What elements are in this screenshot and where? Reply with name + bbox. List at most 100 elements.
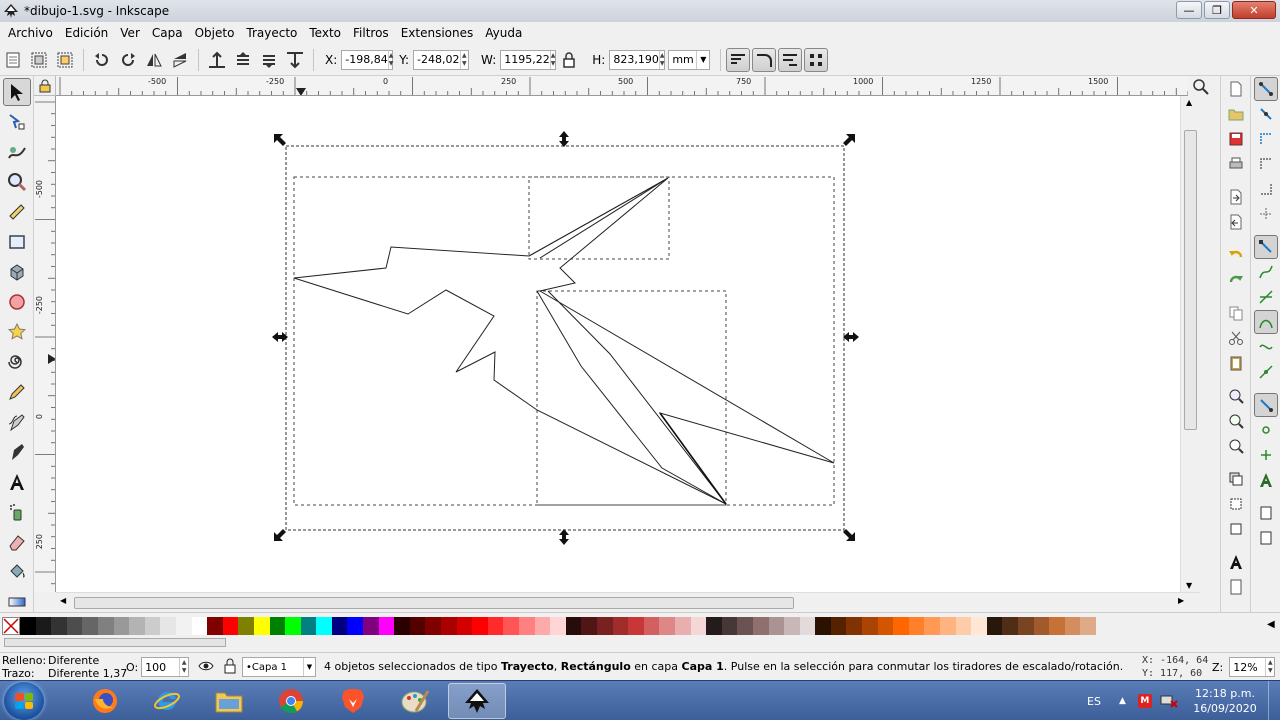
color-swatch[interactable] <box>394 617 410 635</box>
current-layer-select[interactable]: •Capa 1 ▼ <box>242 657 316 677</box>
menu-edicion[interactable]: Edición <box>59 26 114 40</box>
color-swatch[interactable] <box>690 617 707 635</box>
color-swatch[interactable] <box>877 617 894 635</box>
color-swatch[interactable] <box>940 617 956 635</box>
color-swatch[interactable] <box>1002 617 1018 635</box>
color-swatch[interactable] <box>503 617 519 635</box>
color-swatch[interactable] <box>456 617 473 635</box>
copy-button[interactable] <box>1224 301 1248 325</box>
menu-capa[interactable]: Capa <box>146 26 189 40</box>
trace-path[interactable] <box>293 177 835 505</box>
clone-button[interactable] <box>1224 492 1248 516</box>
lower-to-bottom-button[interactable] <box>284 49 306 71</box>
scale-stroke-button[interactable] <box>726 47 751 72</box>
color-swatch[interactable] <box>363 617 379 635</box>
move-gradients-button[interactable] <box>778 47 803 72</box>
horizontal-ruler[interactable]: -500 -250 0 250 500 750 1000 1250 1500 <box>56 76 1188 96</box>
snap-text-baseline-toggle[interactable] <box>1254 468 1278 492</box>
rectangle-tool[interactable] <box>3 228 31 256</box>
color-swatch[interactable] <box>238 617 254 635</box>
show-desktop-button[interactable] <box>1268 681 1280 720</box>
start-button[interactable] <box>4 682 44 720</box>
color-swatch[interactable] <box>1018 617 1034 635</box>
move-patterns-button[interactable] <box>804 47 829 72</box>
color-swatch[interactable] <box>113 617 130 635</box>
snap-midpoint-toggle[interactable] <box>1254 360 1278 384</box>
color-swatch[interactable] <box>862 617 878 635</box>
handle-nw[interactable] <box>274 134 286 146</box>
color-swatch[interactable] <box>752 617 769 635</box>
snap-bbox-midpoint-toggle[interactable] <box>1254 177 1278 201</box>
unit-select[interactable]: mm ▼ <box>668 49 711 70</box>
snap-page-border-toggle[interactable] <box>1254 501 1278 525</box>
color-swatch[interactable] <box>924 617 941 635</box>
lock-proportions-button[interactable] <box>558 49 580 71</box>
scroll-down-arrow[interactable]: ▼ <box>1186 581 1192 590</box>
no-paint-swatch[interactable] <box>2 617 20 635</box>
color-swatch[interactable] <box>175 617 192 635</box>
zoom-selection-button[interactable] <box>1224 384 1248 408</box>
snap-others-toggle[interactable] <box>1254 393 1278 417</box>
color-swatch[interactable] <box>565 617 582 635</box>
network-status-icon[interactable] <box>1160 693 1178 709</box>
handle-e[interactable] <box>843 332 859 342</box>
selector-tool[interactable] <box>3 78 31 106</box>
maximize-button[interactable]: ❐ <box>1204 1 1230 19</box>
taskbar-file-explorer[interactable] <box>200 683 258 719</box>
stroke-value[interactable]: Diferente 1,37 <box>48 667 127 680</box>
h-input[interactable]: 823,190 ▲ ▼ <box>609 49 666 70</box>
color-swatch[interactable] <box>20 617 36 635</box>
color-swatch[interactable] <box>737 617 753 635</box>
taskbar-firefox[interactable] <box>76 683 134 719</box>
scale-handles[interactable] <box>272 131 859 545</box>
menu-ver[interactable]: Ver <box>114 26 146 40</box>
select-all-layers-button[interactable] <box>28 49 50 71</box>
color-swatch[interactable] <box>519 617 535 635</box>
trace-path-detail[interactable] <box>528 177 669 259</box>
paint-bucket-tool[interactable] <box>3 558 31 586</box>
snap-enable-toggle[interactable] <box>1254 77 1278 101</box>
color-swatch[interactable] <box>97 617 114 635</box>
color-swatch[interactable] <box>643 617 660 635</box>
trace-path-detail[interactable] <box>536 290 727 505</box>
taskbar-brave[interactable] <box>324 683 382 719</box>
snap-object-center-toggle[interactable] <box>1254 418 1278 442</box>
color-swatch[interactable] <box>1064 617 1081 635</box>
tray-app-icon[interactable]: M <box>1137 694 1152 708</box>
redo-button[interactable] <box>1224 268 1248 292</box>
taskbar-inkscape[interactable] <box>448 683 506 719</box>
color-swatch[interactable] <box>66 617 83 635</box>
color-swatch[interactable] <box>846 617 863 635</box>
snap-bbox-toggle[interactable] <box>1254 102 1278 126</box>
cut-button[interactable] <box>1224 326 1248 350</box>
menu-filtros[interactable]: Filtros <box>347 26 395 40</box>
color-swatch[interactable] <box>378 617 395 635</box>
color-swatch[interactable] <box>612 617 629 635</box>
document-properties-button[interactable] <box>1224 575 1248 599</box>
taskbar-chrome[interactable] <box>262 683 320 719</box>
zoom-fit-icon[interactable] <box>1192 78 1210 96</box>
paste-button[interactable] <box>1224 351 1248 375</box>
color-swatch[interactable] <box>955 617 972 635</box>
handle-ne[interactable] <box>843 134 855 146</box>
rectangle-object[interactable] <box>536 290 727 506</box>
snap-smooth-toggle[interactable] <box>1254 335 1278 359</box>
spiral-tool[interactable] <box>3 348 31 376</box>
save-button[interactable] <box>1224 127 1248 151</box>
zoom-drawing-button[interactable] <box>1224 409 1248 433</box>
snap-bbox-edge-toggle[interactable] <box>1254 127 1278 151</box>
import-button[interactable] <box>1224 185 1248 209</box>
color-swatch[interactable] <box>1033 617 1050 635</box>
print-button[interactable] <box>1224 152 1248 176</box>
color-swatch[interactable] <box>35 617 52 635</box>
zoom-page-button[interactable] <box>1224 434 1248 458</box>
scroll-up-arrow[interactable]: ▲ <box>1186 98 1192 107</box>
deselect-button[interactable] <box>54 49 76 71</box>
node-tool[interactable] <box>3 108 31 136</box>
color-swatch[interactable] <box>82 617 98 635</box>
color-swatch[interactable] <box>971 617 987 635</box>
color-swatch[interactable] <box>815 617 831 635</box>
text-font-button[interactable] <box>1224 550 1248 574</box>
color-swatch[interactable] <box>222 617 239 635</box>
color-swatch[interactable] <box>893 617 909 635</box>
